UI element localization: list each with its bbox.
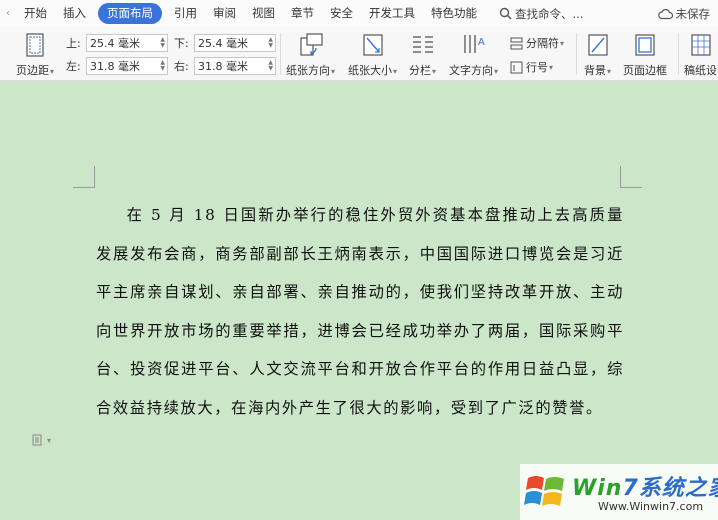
watermark-brand: Win7系统之家 (572, 470, 718, 502)
paragraph-layout-icon (32, 434, 42, 446)
tab-page-layout[interactable]: 页面布局 (98, 3, 162, 24)
ribbon-collapse-icon[interactable]: ‹ (0, 8, 16, 19)
columns-label: 分栏 (409, 64, 431, 77)
right-margin-field[interactable]: 右: 31.8 毫米 ▲ ▼ (174, 56, 276, 75)
orientation-label: 纸张方向 (286, 64, 330, 77)
text-direction-icon: A (461, 31, 487, 59)
bottom-margin-label: 下: (174, 36, 189, 50)
tab-sections[interactable]: 章节 (283, 3, 322, 24)
ribbon-divider (576, 33, 577, 75)
paragraph-layout-handle[interactable]: ▾ (32, 434, 51, 446)
separator-label: 分隔符 (526, 37, 559, 50)
left-margin-value[interactable]: 31.8 毫米 (90, 58, 140, 74)
paper-size-icon (362, 31, 384, 59)
tab-view[interactable]: 视图 (244, 3, 283, 24)
left-margin-label: 左: (66, 59, 81, 73)
margins-label: 页边距 (16, 64, 49, 77)
left-margin-spinner[interactable]: ▲ ▼ (160, 59, 165, 72)
tab-insert[interactable]: 插入 (55, 3, 94, 24)
left-margin-field[interactable]: 左: 31.8 毫米 ▲ ▼ (66, 56, 168, 75)
document-body[interactable]: 在 5 月 18 日国新办举行的稳住外贸外资基本盘推动上去高质量发展发布会商，商… (96, 196, 624, 427)
bottom-margin-spinner[interactable]: ▲ ▼ (268, 36, 273, 49)
tab-special-features[interactable]: 特色功能 (423, 3, 485, 24)
ribbon-divider (678, 33, 679, 75)
draft-paper-icon (690, 31, 712, 59)
background-label: 背景 (584, 64, 606, 77)
save-status[interactable]: 未保存 (657, 6, 718, 22)
draft-paper-button[interactable]: 稿纸设 (684, 31, 717, 77)
page-background-icon (587, 31, 609, 59)
columns-button[interactable]: 分栏▾ (409, 31, 436, 78)
bottom-margin-field[interactable]: 下: 25.4 毫米 ▲ ▼ (174, 33, 276, 52)
draft-paper-label: 稿纸设 (684, 64, 717, 77)
page-border-icon (634, 31, 656, 59)
background-button[interactable]: 背景▾ (584, 31, 611, 78)
tab-review[interactable]: 审阅 (205, 3, 244, 24)
watermark-url: Www.Winwin7.com (598, 500, 704, 513)
bottom-margin-value[interactable]: 25.4 毫米 (198, 35, 248, 51)
margins-button[interactable]: 页边距▾ (16, 31, 54, 78)
page-orientation-icon (298, 31, 324, 59)
watermark-brand-prefix: Win (572, 476, 623, 501)
menu-bar: ‹ 开始 插入 页面布局 引用 审阅 视图 章节 安全 开发工具 特色功能 查找… (0, 0, 718, 27)
command-search[interactable]: 查找命令、... (499, 6, 583, 22)
windows-logo-icon (524, 476, 564, 506)
search-icon (499, 7, 512, 20)
watermark-brand-suffix: 7系统之家 (622, 476, 718, 501)
text-direction-label: 文字方向 (449, 64, 493, 77)
line-numbers-label: 行号 (526, 61, 548, 74)
crop-mark-top-right (620, 166, 642, 188)
line-numbers-button[interactable]: 行号 ▾ (510, 59, 553, 75)
paper-size-label: 纸张大小 (348, 64, 392, 77)
svg-text:A: A (478, 37, 485, 48)
crop-mark-top-left (73, 166, 95, 188)
page-margins-icon (25, 31, 45, 59)
right-margin-spinner[interactable]: ▲ ▼ (268, 59, 273, 72)
orientation-button[interactable]: 纸张方向▾ (286, 31, 335, 78)
top-margin-spinner[interactable]: ▲ ▼ (160, 36, 165, 49)
cloud-icon (657, 8, 673, 19)
page-border-button[interactable]: 页面边框 (623, 31, 667, 77)
tab-references[interactable]: 引用 (166, 3, 205, 24)
search-placeholder: 查找命令、... (515, 6, 584, 21)
line-numbers-icon (510, 61, 523, 73)
top-margin-label: 上: (66, 36, 81, 50)
document-paragraph[interactable]: 在 5 月 18 日国新办举行的稳住外贸外资基本盘推动上去高质量发展发布会商，商… (96, 196, 624, 427)
tab-security[interactable]: 安全 (322, 3, 361, 24)
save-status-label: 未保存 (675, 6, 711, 21)
section-break-icon (510, 37, 523, 49)
right-margin-value[interactable]: 31.8 毫米 (198, 58, 248, 74)
ribbon-toolbar: 页边距▾ 上: 25.4 毫米 ▲ ▼ 左: 31.8 毫米 ▲ ▼ 下: 25.4 毫… (0, 27, 718, 81)
paper-size-button[interactable]: 纸张大小▾ (348, 31, 397, 78)
top-margin-value[interactable]: 25.4 毫米 (90, 35, 140, 51)
text-direction-button[interactable]: A 文字方向▾ (449, 31, 498, 78)
top-margin-field[interactable]: 上: 25.4 毫米 ▲ ▼ (66, 33, 168, 52)
tab-home[interactable]: 开始 (16, 3, 55, 24)
ribbon-divider (280, 33, 281, 75)
page-border-label: 页面边框 (623, 64, 667, 77)
columns-icon (411, 31, 435, 59)
separator-button[interactable]: 分隔符 ▾ (510, 35, 564, 51)
tab-developer[interactable]: 开发工具 (361, 3, 423, 24)
site-watermark: Win7系统之家 Www.Winwin7.com (520, 464, 718, 520)
right-margin-label: 右: (174, 59, 189, 73)
